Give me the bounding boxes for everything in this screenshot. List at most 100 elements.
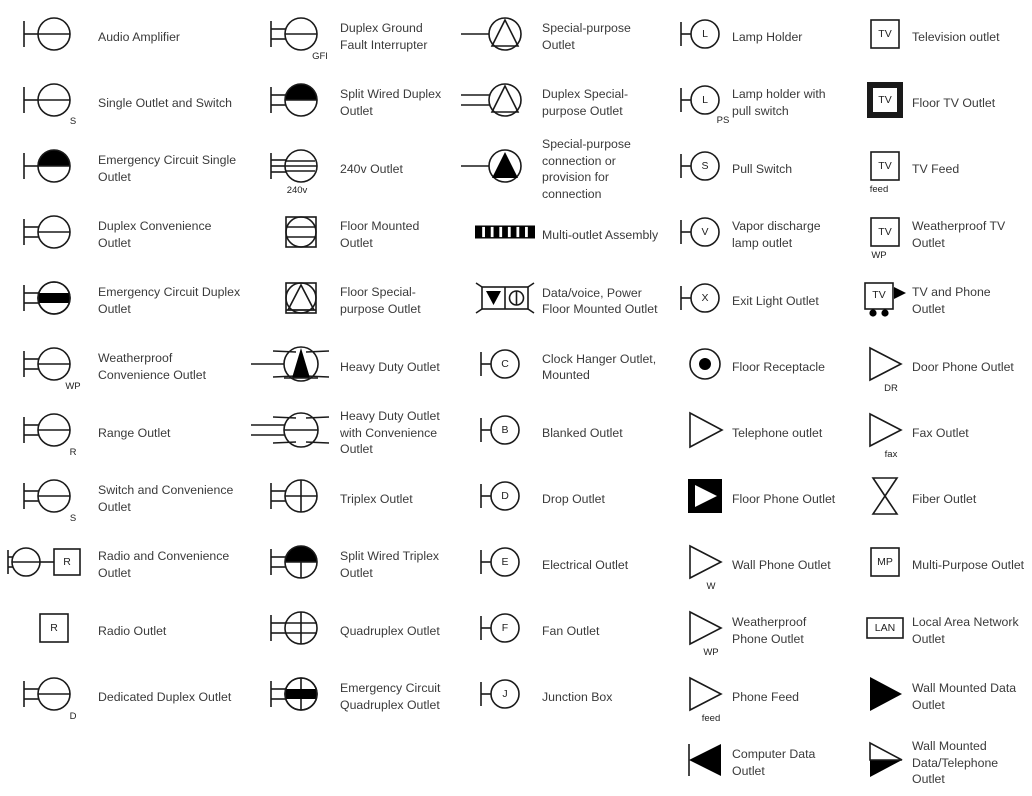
circle-filled-top-half-two-line-lead-icon (254, 70, 340, 136)
symbol-entry: X Exit Light Outlet (668, 268, 848, 334)
symbol-label: Dedicated Duplex Outlet (98, 689, 232, 704)
symbol-label: Drop Outlet (542, 492, 605, 507)
triangle-right-on-black-square-icon (670, 466, 732, 532)
symbol-label: Split Wired Triplex Outlet (340, 549, 440, 580)
circle-filled-triangle-lead-icon (460, 136, 542, 202)
symbol-entry: Audio Amplifier (0, 4, 252, 70)
symbol-label: Duplex Ground Fault Interrupter (340, 21, 428, 52)
circle-letter-lead-icon: E (460, 532, 542, 598)
symbol-label: Fan Outlet (542, 624, 600, 639)
symbol-entry: Duplex Convenience Outlet (0, 202, 252, 268)
svg-text:DR: DR (884, 383, 898, 394)
symbol-entry: TV Floor TV Outlet (848, 70, 1032, 136)
symbol-entry: Wall Mounted Data Outlet (848, 664, 1032, 730)
svg-text:V: V (701, 226, 708, 238)
symbol-label: 240v Outlet (340, 161, 403, 176)
symbol-label: Wall Mounted Data Outlet (912, 681, 1017, 712)
box-letter-icon: TV (850, 4, 912, 70)
circle-filled-top-half-lead-icon (2, 136, 98, 202)
circle-letter-lead-icon: C (460, 334, 542, 400)
symbol-entry: Emergency Circuit Single Outlet (0, 136, 252, 202)
symbol-entry: Computer Data Outlet (668, 730, 848, 796)
circle-triangle-two-lead-icon (460, 70, 542, 136)
symbol-column-2: Special-purpose Outlet Duplex Special-pur… (458, 4, 668, 710)
svg-text:WP: WP (703, 647, 718, 658)
svg-text:X: X (701, 292, 708, 304)
symbol-entry: WP Weatherproof Convenience Outlet (0, 334, 252, 400)
symbol-label: Special-purpose connection or provision … (542, 137, 631, 201)
svg-text:B: B (501, 424, 508, 436)
circle-two-line-lead-icon: GFI (254, 4, 340, 70)
symbol-label: Triplex Outlet (340, 491, 413, 506)
symbol-entry: fax Fax Outlet (848, 400, 1032, 466)
symbol-entry: Duplex Special-purpose Outlet (458, 70, 668, 136)
symbol-label: Weatherproof Phone Outlet (732, 615, 807, 646)
symbol-entry: S Pull Switch (668, 136, 848, 202)
symbol-label: Range Outlet (98, 425, 171, 440)
svg-text:GFI: GFI (312, 51, 328, 62)
symbol-entry: Floor Phone Outlet (668, 466, 848, 532)
data-voice-floor-box-icon (460, 268, 542, 334)
svg-text:F: F (502, 622, 508, 634)
svg-text:D: D (70, 711, 77, 722)
symbol-label: Lamp holder with pull switch (732, 87, 826, 118)
symbol-label: Special-purpose Outlet (542, 21, 631, 52)
symbol-label: Audio Amplifier (98, 29, 181, 44)
circle-letter-lead-icon: F (460, 598, 542, 664)
symbol-entry: R Radio Outlet (0, 598, 252, 664)
symbol-entry: TV feed TV Feed (848, 136, 1032, 202)
triangle-right-open-bar-icon: WP (670, 598, 732, 664)
circle-letter-lead-icon: V (670, 202, 732, 268)
triangle-right-open-bar-icon: W (670, 532, 732, 598)
symbol-entry: Split Wired Triplex Outlet (252, 532, 458, 598)
triangle-right-half-filled-icon (850, 730, 912, 796)
symbol-entry: Special-purpose connection or provision … (458, 136, 668, 202)
symbol-column-3: L Lamp Holder L PS Lamp holder with pull swi… (668, 4, 848, 778)
symbol-entry: S Single Outlet and Switch (0, 70, 252, 136)
circle-quad-lead-icon (254, 598, 340, 664)
symbol-entry: MP Multi-Purpose Outlet (848, 532, 1032, 598)
symbol-label: Duplex Convenience Outlet (98, 219, 212, 250)
symbol-label: Quadruplex Outlet (340, 623, 440, 638)
svg-text:TV: TV (878, 94, 891, 106)
symbol-entry: L PS Lamp holder with pull switch (668, 70, 848, 136)
symbol-entry: Heavy Duty Outlet (251, 334, 458, 400)
circle-two-line-lead-icon (2, 202, 98, 268)
svg-text:R: R (63, 556, 71, 568)
symbol-label: Floor Special-purpose Outlet (340, 285, 421, 316)
triangle-right-open-bar-icon: DR (850, 334, 912, 400)
symbol-label: Single Outlet and Switch (98, 95, 232, 110)
symbol-entry: TV WP Weatherproof TV Outlet (848, 202, 1032, 268)
box-letter-thick-icon: TV (850, 70, 912, 136)
symbol-label: Blanked Outlet (542, 426, 623, 441)
symbol-entry: TV TV and Phone Outlet (848, 268, 1032, 334)
circle-letter-lead-icon: L PS (670, 70, 732, 136)
circle-letter-lead-icon: J (460, 664, 542, 730)
circle-two-line-lead-icon: WP (2, 334, 98, 400)
box-letter-wide-icon: LAN (850, 598, 912, 664)
symbol-entry: GFI Duplex Ground Fault Interrupter (252, 4, 458, 70)
circle-rays-filled-triangle-icon (251, 334, 340, 400)
symbol-entry: Emergency Circuit Duplex Outlet (0, 268, 252, 334)
symbol-entry: Triplex Outlet (252, 466, 458, 532)
symbol-entry: Wall Mounted Data/Telephone Outlet (848, 730, 1032, 796)
symbol-entry: 240v 240v Outlet (252, 136, 458, 202)
svg-text:E: E (501, 556, 508, 568)
symbol-label: Weatherproof TV Outlet (912, 219, 1006, 250)
symbol-label: Electrical Outlet (542, 558, 629, 573)
symbol-entry: feed Phone Feed (668, 664, 848, 730)
symbol-entry: Floor Mounted Outlet (252, 202, 458, 268)
symbol-column-1: GFI Duplex Ground Fault Interrupter Split … (251, 4, 458, 712)
symbol-label: Local Area Network Outlet (912, 615, 1019, 646)
svg-text:D: D (501, 490, 509, 502)
symbol-entry: R Radio and Convenience Outlet (0, 532, 252, 598)
symbol-entry: F Fan Outlet (458, 598, 668, 664)
svg-text:TV: TV (872, 289, 885, 301)
svg-text:W: W (707, 581, 716, 592)
symbol-column-0: Audio Amplifier S Single Outlet and Switch… (0, 4, 252, 722)
symbol-entry: DR Door Phone Outlet (848, 334, 1032, 400)
symbol-label: Emergency Circuit Quadruplex Outlet (340, 681, 441, 712)
symbol-label: Emergency Circuit Single Outlet (98, 153, 237, 184)
symbol-entry: LAN Local Area Network Outlet (848, 598, 1032, 664)
symbol-entry: Heavy Duty Outlet with Convenience Outle… (251, 400, 458, 466)
